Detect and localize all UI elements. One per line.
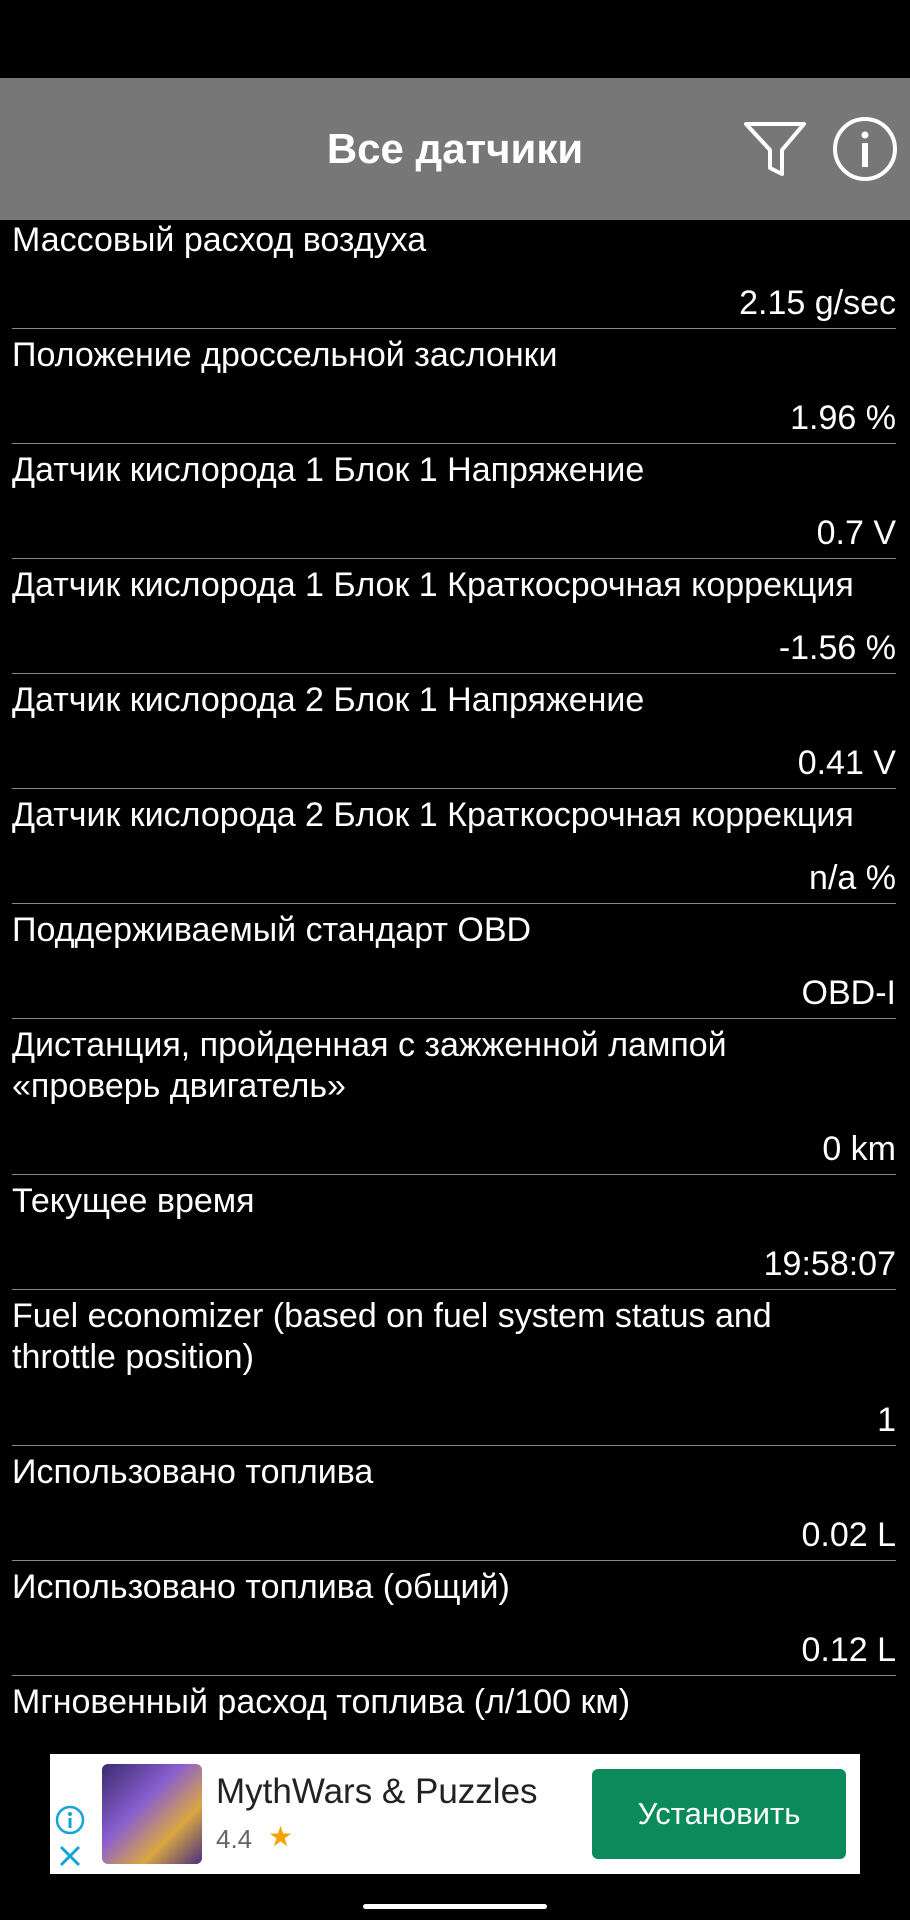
divider — [12, 1445, 896, 1446]
sensor-label: Датчик кислорода 2 Блок 1 Напряжение — [12, 681, 645, 719]
divider — [12, 558, 896, 559]
ad-controls — [50, 1754, 90, 1874]
divider — [12, 1675, 896, 1676]
sensor-value: 2.15 g/sec — [739, 284, 896, 322]
sensor-value: n/a % — [809, 859, 896, 897]
sensor-value: 1.96 % — [790, 399, 896, 437]
sensor-row: Текущее время 19:58:07 — [12, 1181, 896, 1290]
sensor-row: Положение дроссельной заслонки 1.96 % — [12, 335, 896, 444]
info-button[interactable] — [830, 114, 900, 184]
divider — [12, 673, 896, 674]
sensor-value: OBD-I — [801, 974, 896, 1012]
sensor-row: Использовано топлива (общий) 0.12 L — [12, 1567, 896, 1676]
sensor-label: Текущее время — [12, 1182, 255, 1220]
ad-app-name[interactable]: MythWars & Puzzles — [216, 1772, 538, 1812]
sensor-label: Дистанция, пройденная с зажженной лампой… — [12, 1026, 727, 1105]
sensor-row: Датчик кислорода 2 Блок 1 Напряжение 0.4… — [12, 680, 896, 789]
ad-app-image[interactable] — [102, 1764, 202, 1864]
sensor-label: Положение дроссельной заслонки — [12, 336, 558, 374]
app-bar: Все датчики — [0, 78, 910, 220]
sensor-row: Fuel economizer (based on fuel system st… — [12, 1296, 896, 1446]
divider — [12, 1018, 896, 1019]
status-bar — [0, 0, 910, 78]
sensor-label: Использовано топлива (общий) — [12, 1568, 510, 1606]
filter-button[interactable] — [740, 114, 810, 184]
sensor-value — [12, 1745, 896, 1749]
sensor-label: Использовано топлива — [12, 1453, 374, 1491]
sensor-label: Массовый расход воздуха — [12, 221, 427, 259]
home-indicator[interactable] — [363, 1904, 547, 1909]
ad-info-icon[interactable] — [54, 1804, 86, 1836]
sensor-value: 0.12 L — [801, 1631, 896, 1669]
sensor-row: Датчик кислорода 1 Блок 1 Краткосрочная … — [12, 565, 896, 674]
sensor-value: 19:58:07 — [763, 1245, 896, 1283]
divider — [12, 1560, 896, 1561]
sensor-value: 0.02 L — [801, 1516, 896, 1554]
ad-close-icon[interactable] — [56, 1842, 84, 1870]
sensor-label: Fuel economizer (based on fuel system st… — [12, 1297, 772, 1376]
sensor-label: Поддерживаемый стандарт OBD — [12, 911, 532, 949]
sensor-row: Дистанция, пройденная с зажженной лампой… — [12, 1025, 896, 1175]
install-button[interactable]: Установить — [592, 1769, 846, 1859]
sensor-row: Использовано топлива 0.02 L — [12, 1452, 896, 1561]
sensor-row: Датчик кислорода 2 Блок 1 Краткосрочная … — [12, 795, 896, 904]
sensor-label: Датчик кислорода 2 Блок 1 Краткосрочная … — [12, 796, 854, 834]
star-icon: ★ — [268, 1821, 294, 1852]
sensor-value: 1 — [877, 1401, 896, 1439]
divider — [12, 328, 896, 329]
sensor-value: 0.41 V — [797, 744, 896, 782]
sensor-list[interactable]: Массовый расход воздуха 2.15 g/sec Полож… — [0, 220, 910, 1750]
sensor-row: Мгновенный расход топлива (л/100 км) — [12, 1682, 896, 1749]
sensor-value: 0 km — [822, 1130, 896, 1168]
sensor-label: Датчик кислорода 1 Блок 1 Напряжение — [12, 451, 645, 489]
divider — [12, 1289, 896, 1290]
divider — [12, 443, 896, 444]
ad-banner[interactable]: MythWars & Puzzles 4.4 ★ Установить — [50, 1754, 860, 1874]
sensor-value: -1.56 % — [778, 629, 896, 667]
sensor-row: Датчик кислорода 1 Блок 1 Напряжение 0.7… — [12, 450, 896, 559]
sensor-label: Мгновенный расход топлива (л/100 км) — [12, 1683, 631, 1721]
divider — [12, 1174, 896, 1175]
filter-icon — [744, 122, 806, 176]
sensor-value: 0.7 V — [816, 514, 896, 552]
divider — [12, 788, 896, 789]
ad-rating: 4.4 — [216, 1824, 253, 1854]
divider — [12, 903, 896, 904]
sensor-label: Датчик кислорода 1 Блок 1 Краткосрочная … — [12, 566, 854, 604]
sensor-row: Поддерживаемый стандарт OBD OBD-I — [12, 910, 896, 1019]
sensor-row: Массовый расход воздуха 2.15 g/sec — [12, 220, 896, 329]
info-icon — [833, 117, 897, 181]
